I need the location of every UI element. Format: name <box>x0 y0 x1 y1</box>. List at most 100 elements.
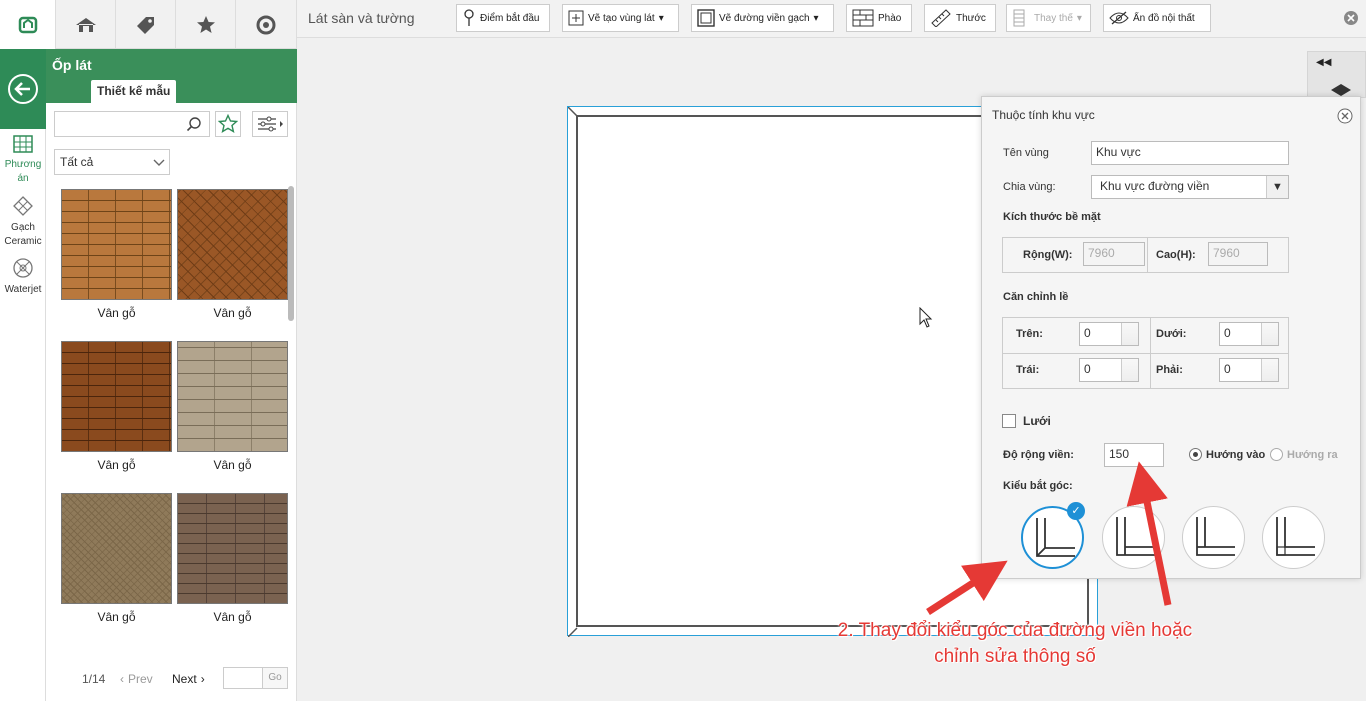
eye-slash-icon <box>1109 11 1129 25</box>
close-icon[interactable] <box>1343 10 1359 26</box>
material-panel: Tất cả Vân gỗ Vân gỗ Vân gỗ Vân gỗ Vân g… <box>46 103 297 701</box>
tile-thumbnail[interactable] <box>177 189 288 300</box>
button-label: Thước <box>956 12 986 24</box>
compass-tab[interactable] <box>236 0 297 49</box>
annotation-line-1: 2. Thay đổi kiểu góc của đường viền hoặc <box>837 620 1193 641</box>
rail-label: Waterjet <box>4 284 42 295</box>
left-margin-stepper[interactable]: 0 <box>1079 358 1139 382</box>
button-label: Vẽ tạo vùng lát <box>588 12 655 24</box>
start-point-button[interactable]: Điểm bắt đầu <box>456 4 550 32</box>
next-button[interactable]: Next › <box>172 672 205 686</box>
go-button[interactable]: Go <box>262 667 288 689</box>
top-label: Trên: <box>1016 328 1043 340</box>
page-input[interactable] <box>223 667 263 689</box>
split-select-value: Khu vực đường viền <box>1100 179 1210 193</box>
size-heading: Kích thước bề mặt <box>1003 211 1101 223</box>
prev-button[interactable]: ‹ Prev <box>120 672 153 686</box>
bottom-label: Dưới: <box>1156 328 1187 340</box>
area-properties-dialog: Thuộc tính khu vực Tên vùng Khu vực Chia… <box>981 96 1361 579</box>
favorite-filter-button[interactable] <box>215 111 241 137</box>
logo-tab[interactable] <box>0 0 56 49</box>
back-button[interactable] <box>0 49 46 129</box>
prev-label: Prev <box>128 672 153 686</box>
compass-icon <box>256 15 276 34</box>
tab-thiet-ke-mau[interactable]: Thiết kế mẫu <box>91 80 177 103</box>
rail-item-phuong-an[interactable]: Phương án <box>0 133 46 186</box>
draw-area-button[interactable]: Vẽ tạo vùng lát ▾ <box>562 4 679 32</box>
sliders-icon <box>258 116 283 132</box>
inward-label: Hướng vào <box>1206 449 1266 461</box>
brick-icon <box>852 9 874 27</box>
tile-thumbnail[interactable] <box>61 189 172 300</box>
bottom-margin-stepper[interactable]: 0 <box>1219 322 1279 346</box>
outward-radio[interactable] <box>1270 448 1283 461</box>
collapse-double-arrow-icon[interactable]: ◀◀ <box>1316 57 1331 68</box>
tile-caption: Vân gỗ <box>97 458 136 472</box>
settings-filter-button[interactable] <box>252 111 288 137</box>
top-margin-stepper[interactable]: 0 <box>1079 322 1139 346</box>
inward-radio[interactable] <box>1189 448 1202 461</box>
close-circle-icon[interactable] <box>1337 108 1353 124</box>
annotation-line-2: chỉnh sửa thông số <box>934 646 1096 667</box>
border-square-icon <box>697 9 715 27</box>
rail-item-gach-ceramic[interactable]: Gạch Ceramic <box>0 195 46 249</box>
tile-caption: Vân gỗ <box>213 306 252 320</box>
annotation-text: 2. Thay đổi kiểu góc của đường viền hoặc… <box>800 618 1230 670</box>
main-toolbar: Lát sàn và tường Điểm bắt đầu Vẽ tạo vùn… <box>297 0 1366 38</box>
draw-border-button[interactable]: Vẽ đường viền gạch ▾ <box>691 4 834 32</box>
molding-button[interactable]: Phào <box>846 4 912 32</box>
hide-furniture-button[interactable]: Ẩn đồ nội thất <box>1103 4 1211 32</box>
add-square-icon <box>568 10 584 26</box>
side-collapse-panel[interactable]: ◀◀ <box>1307 51 1366 98</box>
chevron-down-icon <box>153 159 165 166</box>
corner-style-square[interactable] <box>1262 506 1325 569</box>
panel-header: Ốp lát Thiết kế mẫu <box>46 49 297 103</box>
tile-thumbnail[interactable] <box>61 493 172 604</box>
width-input[interactable]: 7960 <box>1083 242 1145 266</box>
area-name-input[interactable]: Khu vực <box>1091 141 1289 165</box>
border-width-label: Độ rộng viền: <box>1003 449 1074 461</box>
height-input[interactable]: 7960 <box>1208 242 1268 266</box>
tag-icon <box>136 16 154 34</box>
grid-checkbox[interactable] <box>1002 414 1016 428</box>
house-tab[interactable] <box>56 0 116 49</box>
corner-style-butt-a[interactable] <box>1102 506 1165 569</box>
tile-caption: Vân gỗ <box>97 610 136 624</box>
category-select[interactable]: Tất cả <box>54 149 170 175</box>
corner-style-butt-b[interactable] <box>1182 506 1245 569</box>
tile-thumbnail[interactable] <box>177 341 288 452</box>
star-tab[interactable] <box>176 0 236 49</box>
back-arrow-icon <box>8 74 38 104</box>
tile-caption: Vân gỗ <box>213 458 252 472</box>
rail-label: Gạch Ceramic <box>4 222 42 247</box>
tile-caption: Vân gỗ <box>213 610 252 624</box>
height-label: Cao(H): <box>1156 249 1196 261</box>
rail-item-waterjet[interactable]: Waterjet <box>0 257 46 297</box>
scrollbar-thumb[interactable] <box>288 186 294 321</box>
replace-icon <box>1013 9 1025 27</box>
corner-square-icon <box>1276 517 1315 556</box>
replace-button[interactable]: Thay thế ▾ <box>1006 4 1091 32</box>
ruler-icon <box>931 9 951 27</box>
layers-icon[interactable] <box>1330 84 1352 96</box>
mouse-cursor-icon <box>919 307 933 328</box>
rail-label: Phương án <box>4 159 42 184</box>
button-label: Phào <box>878 12 902 24</box>
tile-thumbnail[interactable] <box>177 493 288 604</box>
dropdown-arrow-icon: ▾ <box>1076 12 1082 24</box>
corner-style-label: Kiểu bắt góc: <box>1003 480 1073 492</box>
search-icon[interactable] <box>186 116 202 132</box>
dialog-title: Thuộc tính khu vực <box>992 108 1095 122</box>
split-select[interactable]: Khu vực đường viền ▼ <box>1091 175 1289 199</box>
house-icon <box>75 17 96 32</box>
category-rail: Phương án Gạch Ceramic Waterjet <box>0 49 46 701</box>
border-width-input[interactable]: 150 <box>1104 443 1164 467</box>
tag-tab[interactable] <box>116 0 176 49</box>
grid-label: Lưới <box>1023 414 1051 428</box>
ruler-button[interactable]: Thước <box>924 4 996 32</box>
chevron-right-icon: › <box>200 672 205 686</box>
corner-style-miter[interactable]: ✓ <box>1021 502 1085 569</box>
right-margin-stepper[interactable]: 0 <box>1219 358 1279 382</box>
width-label: Rộng(W): <box>1023 249 1073 261</box>
tile-thumbnail[interactable] <box>61 341 172 452</box>
